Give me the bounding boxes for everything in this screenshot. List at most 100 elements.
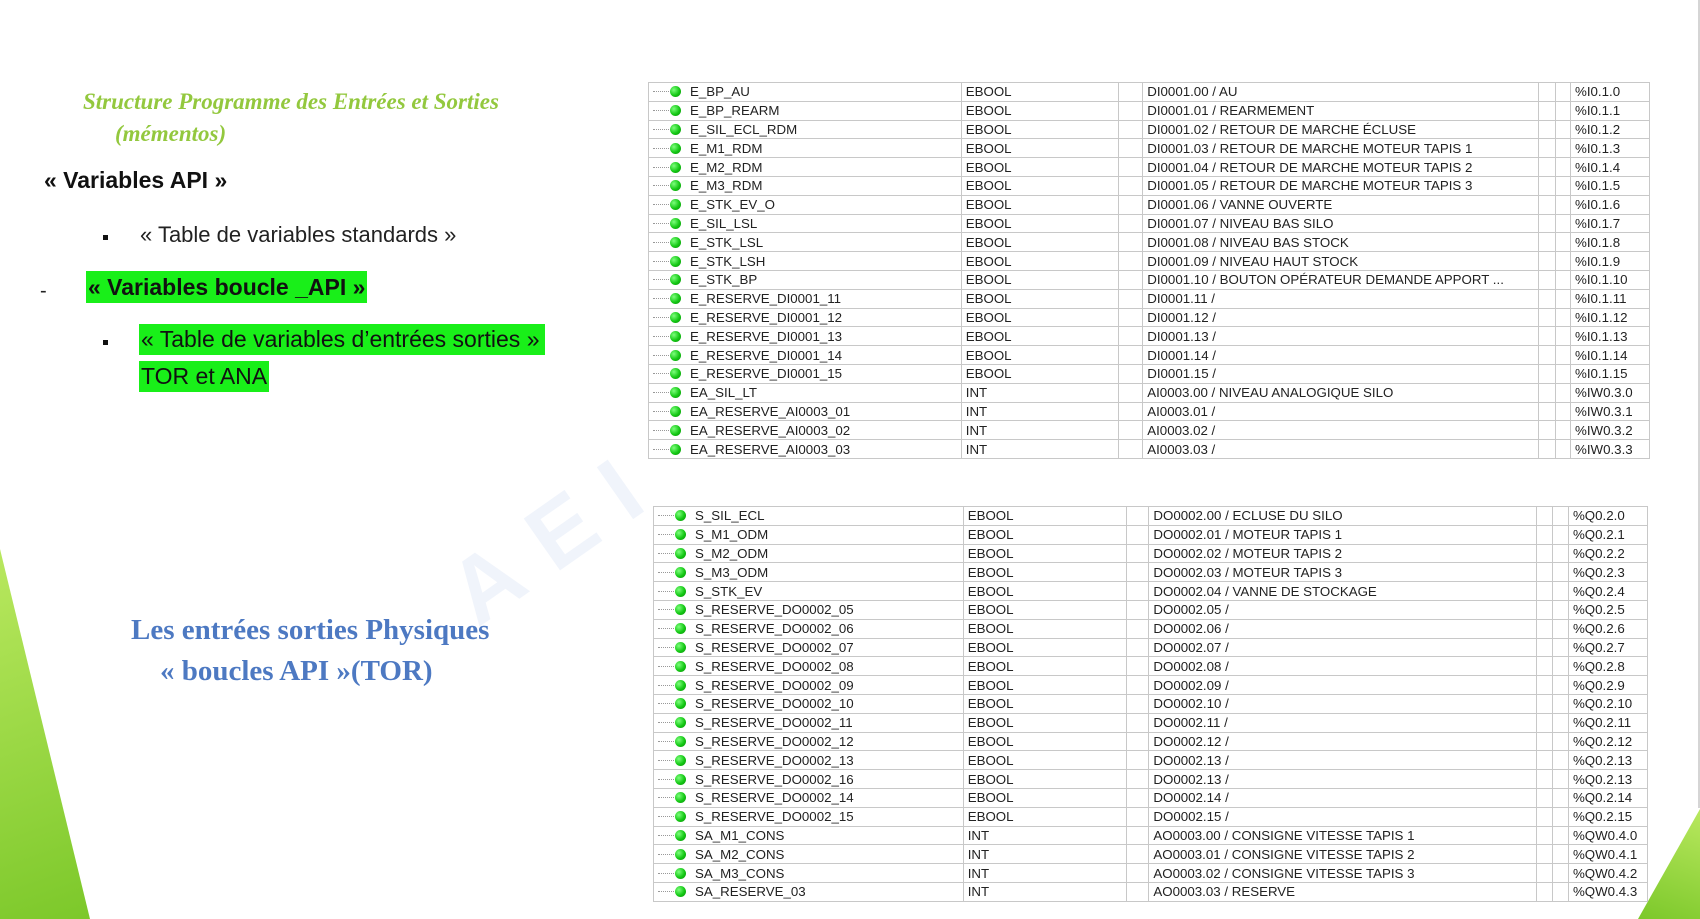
input-row[interactable]: E_RESERVE_DI0001_11 EBOOL DI0001.11 / %I0.1… [648,288,1650,309]
tree-connector-icon [653,91,669,93]
output-row[interactable]: S_M1_ODM EBOOL DO0002.01 / MOTEUR TAPIS 1%… [653,524,1649,545]
output-row[interactable]: S_RESERVE_DO0002_06 EBOOL DO0002.06 / %Q0.2… [653,618,1649,639]
status-dot-icon [670,255,681,267]
input-blank-cell [1554,345,1572,365]
input-variable-name: E_RESERVE_DI0001_13 [690,328,843,344]
input-address-cell: %I0.1.1 [1570,100,1650,121]
output-variable-name: S_M3_ODM [695,564,769,580]
output-blank-cell [1126,637,1150,658]
input-comment-cell: DI0001.02 / RETOUR DE MARCHE ÉCLUSE [1142,119,1539,140]
input-row[interactable]: E_STK_LSH EBOOL DI0001.09 / NIVEAU HAUT ST… [648,251,1650,271]
input-row[interactable]: E_RESERVE_DI0001_14 EBOOL DI0001.14 / %I0.1… [648,345,1650,365]
tree-connector-icon [658,816,674,818]
status-dot-icon [675,754,686,766]
input-row[interactable]: E_SIL_ECL_RDM EBOOL DI0001.02 / RETOUR DE … [648,119,1650,140]
input-variable-name: EA_RESERVE_AI0003_02 [690,422,851,438]
output-name-cell: S_RESERVE_DO0002_12 [653,731,964,752]
input-row[interactable]: E_STK_EV_O EBOOL DI0001.06 / VANNE OUVERTE… [648,194,1650,215]
input-blank-cell [1117,288,1144,309]
output-row[interactable]: SA_M1_CONS INT AO0003.00 / CONSIGNE VITESS… [653,825,1649,846]
input-row[interactable]: E_M2_RDM EBOOL DI0001.04 / RETOUR DE MARCH… [648,157,1650,177]
output-row[interactable]: S_RESERVE_DO0002_16 EBOOL DO0002.13 / %Q0.2… [653,769,1649,789]
output-row[interactable]: S_RESERVE_DO0002_13 EBOOL DO0002.13 / %Q0.2… [653,750,1649,771]
output-blank-cell [1126,844,1150,865]
output-variable-name: S_RESERVE_DO0002_14 [695,790,854,806]
input-row[interactable]: E_SIL_LSL EBOOL DI0001.07 / NIVEAU BAS SIL… [648,213,1650,234]
output-variable-name: S_M2_ODM [695,545,769,561]
input-row[interactable]: E_M3_RDM EBOOL DI0001.05 / RETOUR DE MARCH… [648,175,1650,196]
slide-title: Structure Programme des Entrées et Sorti… [78,86,598,150]
status-dot-icon [670,293,681,305]
input-blank-cell [1117,307,1144,328]
output-row[interactable]: S_RESERVE_DO0002_08 EBOOL DO0002.08 / %Q0.2… [653,656,1649,677]
output-row[interactable]: SA_M2_CONS INT AO0003.01 / CONSIGNE VITESS… [653,844,1649,865]
output-blank-cell [1552,787,1569,808]
input-address-cell: %I0.1.15 [1570,363,1650,384]
input-row[interactable]: EA_RESERVE_AI0003_03 INT AI0003.03 / %IW0.3… [648,439,1650,459]
input-comment-cell: AI0003.01 / [1142,401,1539,422]
input-name-cell: EA_RESERVE_AI0003_03 [648,439,962,459]
output-address-cell: %Q0.2.1 [1567,524,1649,545]
output-row[interactable]: S_SIL_ECL EBOOL DO0002.00 / ECLUSE DU SILO… [653,506,1649,526]
input-name-cell: E_RESERVE_DI0001_12 [648,307,962,328]
item-table-standard: « Table de variables standards » [140,222,457,247]
output-type-cell: EBOOL [962,750,1128,771]
output-blank-cell [1126,731,1150,752]
status-dot-icon [670,180,681,192]
status-dot-icon [670,199,681,211]
input-row[interactable]: E_M1_RDM EBOOL DI0001.03 / RETOUR DE MARCH… [648,138,1650,159]
input-row[interactable]: E_STK_BP EBOOL DI0001.10 / BOUTON OPÉRATEU… [648,269,1650,290]
output-address-cell: %Q0.2.13 [1567,769,1649,789]
output-row[interactable]: SA_M3_CONS INT AO0003.02 / CONSIGNE VITESS… [653,863,1649,883]
output-variable-name: S_M1_ODM [695,527,769,543]
tree-connector-icon [658,665,674,667]
output-blank-cell [1536,693,1554,714]
input-row[interactable]: E_RESERVE_DI0001_13 EBOOL DI0001.13 / %I0.1… [648,326,1650,347]
input-row[interactable]: E_BP_AU EBOOL DI0001.00 / AU %I0.1.0 [648,82,1650,102]
tree-connector-icon [653,204,669,206]
input-name-cell: E_SIL_LSL [648,213,962,234]
output-blank-cell [1536,863,1554,883]
output-row[interactable]: S_STK_EV EBOOL DO0002.04 / VANNE DE STOCKA… [653,581,1649,601]
output-blank-cell [1536,844,1554,865]
input-row[interactable]: E_BP_REARM EBOOL DI0001.01 / REARMEMENT %I0… [648,100,1650,121]
output-row[interactable]: S_RESERVE_DO0002_14 EBOOL DO0002.14 / %Q0.2… [653,787,1649,808]
output-row[interactable]: S_RESERVE_DO0002_10 EBOOL DO0002.10 / %Q0.2… [653,693,1649,714]
output-blank-cell [1126,618,1150,639]
status-dot-icon [670,236,681,248]
output-type-cell: EBOOL [962,599,1128,620]
input-row[interactable]: EA_SIL_LT INT AI0003.00 / NIVEAU ANALOGIQU… [648,382,1650,403]
input-comment-cell: AI0003.00 / NIVEAU ANALOGIQUE SILO [1142,382,1539,403]
output-row[interactable]: S_RESERVE_DO0002_11 EBOOL DO0002.11 / %Q0.2… [653,712,1649,733]
input-type-cell: EBOOL [960,175,1119,196]
output-row[interactable]: S_RESERVE_DO0002_07 EBOOL DO0002.07 / %Q0.2… [653,637,1649,658]
output-blank-cell [1536,506,1554,526]
output-row[interactable]: S_RESERVE_DO0002_05 EBOOL DO0002.05 / %Q0.2… [653,599,1649,620]
input-row[interactable]: E_RESERVE_DI0001_15 EBOOL DI0001.15 / %I0.1… [648,363,1650,384]
output-row[interactable]: S_RESERVE_DO0002_12 EBOOL DO0002.12 / %Q0.2… [653,731,1649,752]
input-name-cell: E_SIL_ECL_RDM [648,119,962,140]
input-row[interactable]: E_STK_LSL EBOOL DI0001.08 / NIVEAU BAS STO… [648,232,1650,253]
output-address-cell: %QW0.4.1 [1567,844,1649,865]
output-comment-cell: AO0003.02 / CONSIGNE VITESSE TAPIS 3 [1148,863,1538,883]
input-row[interactable]: E_RESERVE_DI0001_12 EBOOL DI0001.12 / %I0.1… [648,307,1650,328]
output-row[interactable]: S_M2_ODM EBOOL DO0002.02 / MOTEUR TAPIS 2%… [653,543,1649,564]
input-blank-cell [1538,138,1556,159]
input-comment-cell: DI0001.01 / REARMEMENT [1142,100,1539,121]
output-row[interactable]: SA_RESERVE_03 INT AO0003.03 / RESERVE %QW0.… [653,881,1649,902]
subtitle-line1: Les entrées sorties Physiques [131,614,490,646]
status-dot-icon [675,867,686,879]
output-row[interactable]: S_RESERVE_DO0002_09 EBOOL DO0002.09 / %Q0.2… [653,675,1649,695]
input-row[interactable]: EA_RESERVE_AI0003_01 INT AI0003.01 / %IW0.3… [648,401,1650,422]
output-row[interactable]: S_RESERVE_DO0002_15 EBOOL DO0002.15 / %Q0.2… [653,806,1649,827]
output-type-cell: EBOOL [962,637,1128,658]
output-variable-name: SA_M2_CONS [695,846,785,862]
output-address-cell: %Q0.2.12 [1567,731,1649,752]
input-row[interactable]: EA_RESERVE_AI0003_02 INT AI0003.02 / %IW0.3… [648,420,1650,441]
output-row[interactable]: S_M3_ODM EBOOL DO0002.03 / MOTEUR TAPIS 3%… [653,562,1649,583]
output-name-cell: SA_M1_CONS [653,825,964,846]
output-comment-cell: DO0002.00 / ECLUSE DU SILO [1148,506,1538,526]
input-blank-cell [1538,194,1556,215]
input-comment-cell: DI0001.12 / [1142,307,1539,328]
output-blank-cell [1552,712,1569,733]
